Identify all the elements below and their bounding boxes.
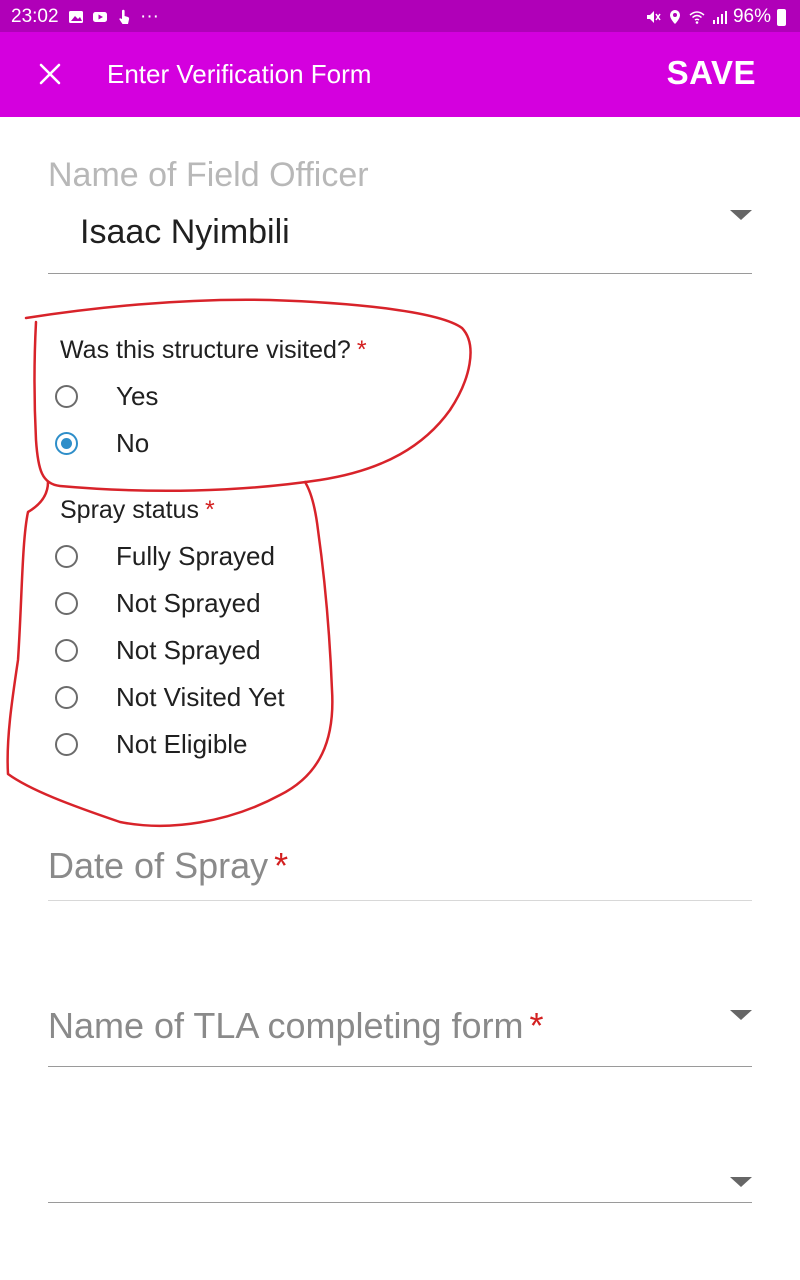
- page-title: Enter Verification Form: [107, 59, 372, 89]
- visited-option-no[interactable]: No: [55, 425, 149, 461]
- battery-icon: [777, 8, 786, 26]
- spray-status-question: Spray status *: [60, 496, 215, 525]
- radio-button[interactable]: [55, 591, 78, 615]
- empty-dropdown-arrow-icon[interactable]: [730, 1177, 752, 1187]
- mute-icon: [646, 11, 661, 23]
- radio-label: Not Sprayed: [116, 634, 261, 665]
- status-more-indicator: ···: [140, 6, 159, 27]
- touch-icon: [119, 9, 130, 24]
- required-mark: *: [204, 496, 215, 524]
- radio-button[interactable]: [55, 732, 78, 756]
- tla-name-label: Name of TLA completing form: [48, 1005, 524, 1046]
- field-officer-dropdown-arrow-icon[interactable]: [730, 210, 752, 220]
- tla-name-dropdown-arrow-icon[interactable]: [730, 1010, 752, 1020]
- required-mark: *: [356, 336, 367, 364]
- visited-option-yes[interactable]: Yes: [55, 378, 158, 414]
- spray-option-not-sprayed-2[interactable]: Not Sprayed: [55, 632, 261, 668]
- save-button[interactable]: SAVE: [667, 54, 756, 92]
- radio-label: Not Eligible: [116, 728, 248, 759]
- visited-question-text: Was this structure visited?: [60, 336, 351, 364]
- date-of-spray-field[interactable]: Date of Spray *: [48, 845, 288, 887]
- gallery-icon: [69, 11, 83, 23]
- tla-name-field[interactable]: Name of TLA completing form *: [48, 1005, 544, 1047]
- spray-status-question-text: Spray status: [60, 496, 199, 524]
- signal-icon: [712, 11, 727, 24]
- radio-label: Fully Sprayed: [116, 540, 275, 571]
- required-mark: *: [274, 845, 289, 886]
- spray-option-not-eligible[interactable]: Not Eligible: [55, 726, 248, 762]
- status-system-icons: 96%: [645, 6, 786, 28]
- radio-button[interactable]: [55, 544, 78, 568]
- date-of-spray-label: Date of Spray: [48, 845, 269, 886]
- field-officer-label: Name of Field Officer: [48, 156, 369, 194]
- radio-button[interactable]: [55, 638, 78, 662]
- radio-label: No: [116, 427, 150, 458]
- radio-label: Not Visited Yet: [116, 681, 285, 712]
- location-icon: [669, 10, 680, 24]
- spray-option-not-visited-yet[interactable]: Not Visited Yet: [55, 679, 285, 715]
- radio-button[interactable]: [55, 685, 78, 709]
- field-officer-underline: [48, 273, 752, 274]
- status-notification-icons: ···: [68, 6, 159, 28]
- radio-label: Not Sprayed: [116, 587, 261, 618]
- empty-dropdown-underline: [48, 1202, 752, 1203]
- status-bar: 23:02 ··· 96%: [0, 0, 800, 32]
- required-mark: *: [529, 1005, 544, 1046]
- tla-name-underline: [48, 1066, 752, 1067]
- spray-option-fully-sprayed[interactable]: Fully Sprayed: [55, 538, 275, 574]
- close-icon: [39, 63, 61, 85]
- visited-question: Was this structure visited? *: [60, 336, 367, 365]
- close-button[interactable]: [30, 54, 70, 94]
- radio-label: Yes: [116, 380, 159, 411]
- youtube-icon: [93, 12, 107, 22]
- field-officer-value[interactable]: Isaac Nyimbili: [80, 213, 290, 252]
- spray-option-not-sprayed[interactable]: Not Sprayed: [55, 585, 261, 621]
- date-of-spray-underline: [48, 900, 752, 901]
- wifi-icon: [689, 11, 705, 24]
- status-time: 23:02: [11, 6, 59, 27]
- battery-percent: 96%: [732, 6, 771, 27]
- radio-button[interactable]: [55, 384, 78, 408]
- radio-button-selected[interactable]: [55, 431, 78, 455]
- app-bar: Enter Verification Form SAVE: [0, 32, 800, 117]
